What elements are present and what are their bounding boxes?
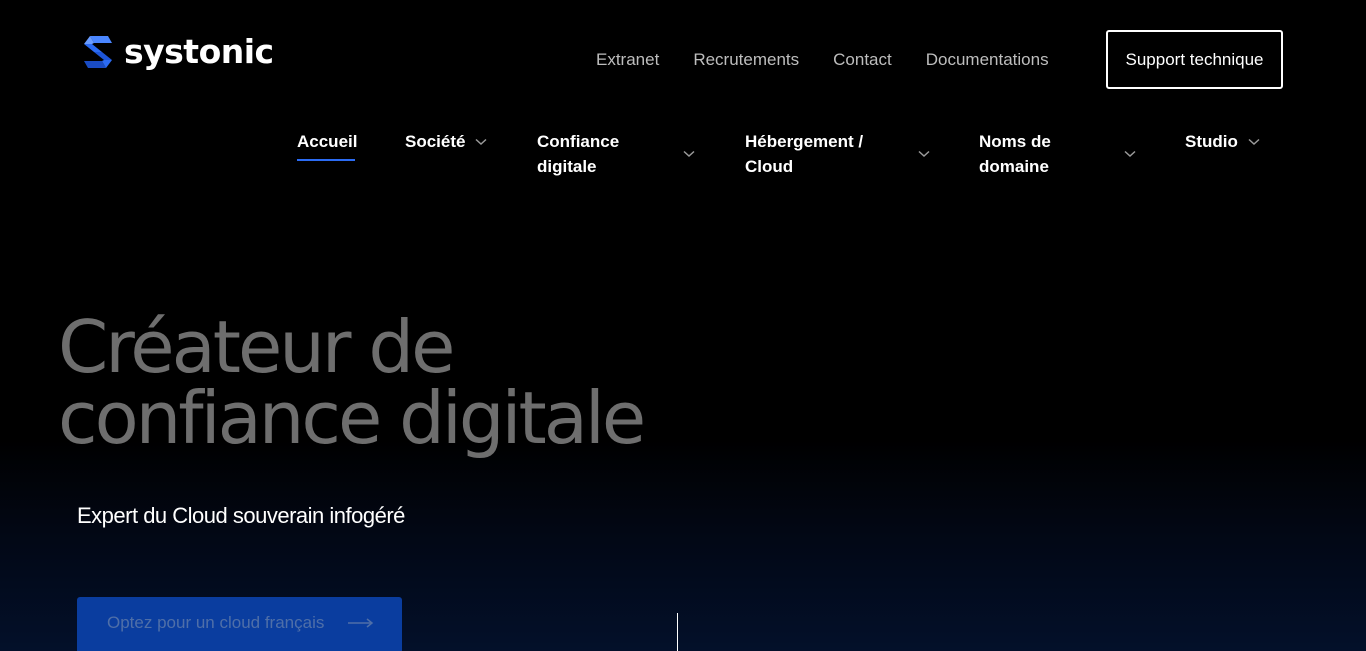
nav-item-label: Noms de domaine <box>979 129 1124 179</box>
top-links: Extranet Recrutements Contact Documentat… <box>596 48 1083 72</box>
support-technique-button[interactable]: Support technique <box>1106 30 1283 89</box>
nav-item-noms-de-domaine[interactable]: Noms de domaine <box>979 129 1136 179</box>
nav-item-label: Confiance digitale <box>537 129 683 179</box>
chevron-down-icon <box>1248 138 1260 146</box>
nav-item-label: Accueil <box>297 132 358 151</box>
systonic-logo-icon <box>84 36 112 68</box>
nav-item-societe[interactable]: Société <box>405 129 487 154</box>
hero-subtitle: Expert du Cloud souverain infogéré <box>77 503 405 528</box>
scroll-divider <box>677 613 678 651</box>
nav-item-label: Studio <box>1185 132 1238 151</box>
nav-item-label-line2: domaine <box>979 157 1049 176</box>
nav-item-hebergement-cloud[interactable]: Hébergement / Cloud <box>745 129 930 179</box>
nav-item-confiance-digitale[interactable]: Confiance digitale <box>537 129 695 179</box>
arrow-right-icon <box>348 618 374 628</box>
chevron-down-icon <box>918 150 930 158</box>
brand-logo[interactable]: systonic <box>82 34 274 70</box>
chevron-down-icon <box>683 150 695 158</box>
page: systonic Extranet Recrutements Contact D… <box>0 0 1366 651</box>
hero-title-line1: Créateur de <box>58 305 455 389</box>
cloud-francais-cta-button[interactable]: Optez pour un cloud français <box>77 597 402 651</box>
nav-item-label-line2: digitale <box>537 157 597 176</box>
top-link-contact[interactable]: Contact <box>833 48 892 72</box>
nav-item-label-line1: Confiance <box>537 132 620 151</box>
chevron-down-icon <box>475 138 487 146</box>
brand-name: systonic <box>124 32 274 71</box>
nav-item-label: Société <box>405 132 466 151</box>
nav-item-studio[interactable]: Studio <box>1185 129 1260 154</box>
nav-item-label: Hébergement / Cloud <box>745 129 918 179</box>
nav-item-label-line1: Noms de <box>979 132 1051 151</box>
top-link-documentations[interactable]: Documentations <box>926 48 1049 72</box>
cta-label: Optez pour un cloud français <box>107 613 325 632</box>
top-link-extranet[interactable]: Extranet <box>596 48 659 72</box>
nav-item-accueil[interactable]: Accueil <box>297 129 357 154</box>
nav-item-label-line2: Cloud <box>745 157 794 176</box>
chevron-down-icon <box>1124 150 1136 158</box>
hero-title: Créateur de confiance digitale <box>58 305 646 460</box>
nav-item-label-line1: Hébergement / <box>745 132 864 151</box>
top-link-recrutements[interactable]: Recrutements <box>693 48 799 72</box>
hero-title-line2: confiance digitale <box>58 376 646 460</box>
active-nav-indicator <box>297 159 355 161</box>
